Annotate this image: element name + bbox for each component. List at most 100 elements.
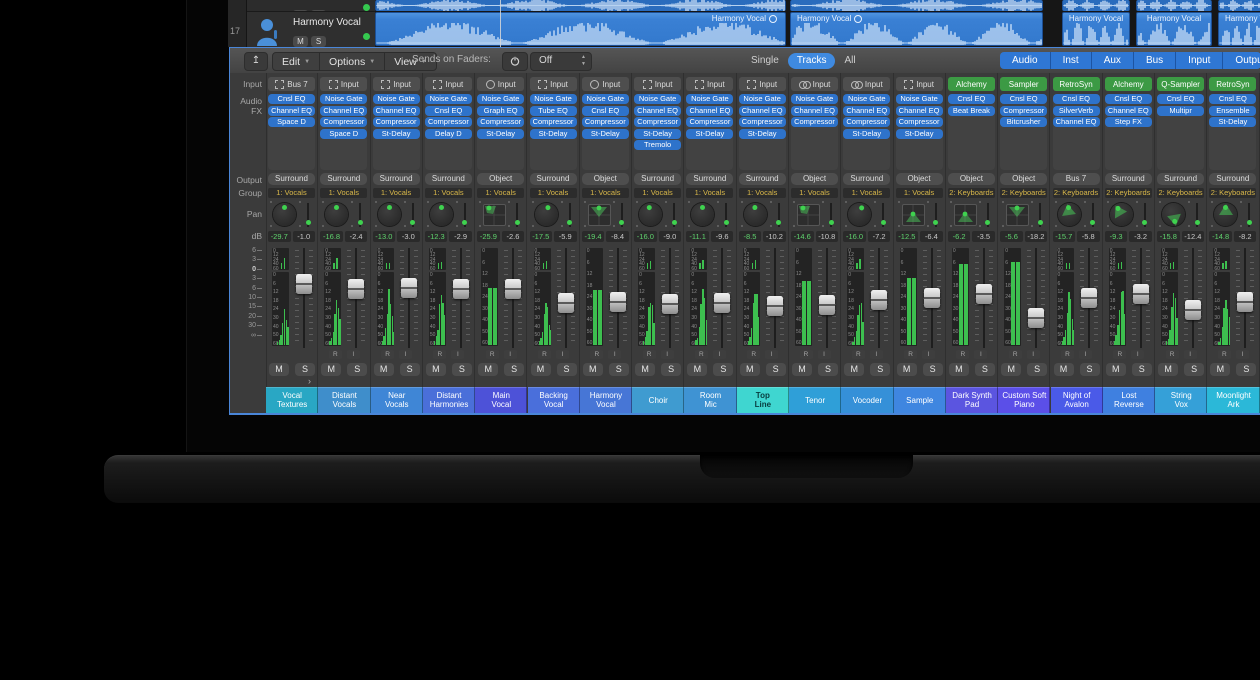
plugin-slot-channel-eq[interactable]: Channel EQ bbox=[320, 106, 367, 116]
plugin-slot-beat-break[interactable]: Beat Break bbox=[948, 106, 995, 116]
mute-button[interactable]: M bbox=[293, 36, 308, 47]
pan-spread-slider[interactable] bbox=[1092, 203, 1094, 227]
fader-db-value[interactable]: -12.4 bbox=[1182, 231, 1205, 242]
pan-spread-slider[interactable] bbox=[359, 203, 361, 227]
filter-input-button[interactable]: Input bbox=[1176, 52, 1223, 69]
view-mode-all[interactable]: All bbox=[835, 53, 864, 69]
fader-db-value[interactable]: -3.0 bbox=[397, 231, 420, 242]
filter-inst-button[interactable]: Inst bbox=[1051, 52, 1092, 69]
mute-button[interactable]: M bbox=[531, 363, 551, 376]
channel-name-tile[interactable]: DistantHarmonies bbox=[423, 387, 475, 413]
plugin-slot-cnsl-eq[interactable]: Cnsl EQ bbox=[1053, 94, 1100, 104]
sends-mode-popup[interactable]: Off ▲▼ bbox=[530, 52, 592, 71]
fader-cap[interactable] bbox=[1081, 288, 1097, 308]
mute-button[interactable]: M bbox=[1210, 363, 1230, 376]
input-monitor-button[interactable]: I bbox=[608, 350, 621, 359]
input-slot-button[interactable]: Input bbox=[634, 77, 681, 91]
input-slot-button[interactable]: Input bbox=[373, 77, 420, 91]
record-enable-button[interactable]: R bbox=[538, 350, 551, 359]
pan-knob[interactable] bbox=[744, 203, 767, 226]
mute-button[interactable]: M bbox=[426, 363, 446, 376]
pan-spread-slider[interactable] bbox=[987, 203, 989, 227]
group-slot[interactable]: 2: Keyboards bbox=[1105, 188, 1152, 198]
pan-spread-slider[interactable] bbox=[882, 203, 884, 227]
gain-db-value[interactable]: -15.7 bbox=[1053, 231, 1076, 242]
mute-button[interactable]: M bbox=[897, 363, 917, 376]
pan-knob[interactable] bbox=[325, 203, 348, 226]
options-menu[interactable]: Options▼ bbox=[320, 53, 385, 70]
record-enable-button[interactable]: R bbox=[904, 350, 917, 359]
group-slot[interactable]: 1: Vocals bbox=[896, 188, 943, 198]
channel-name-tile[interactable]: DistantVocals bbox=[318, 387, 370, 413]
fader-db-value[interactable]: -8.4 bbox=[606, 231, 629, 242]
pan-knob[interactable] bbox=[639, 203, 662, 226]
pan-knob[interactable] bbox=[691, 203, 714, 226]
channel-name-tile[interactable]: Tenor bbox=[789, 387, 841, 413]
fader-cap[interactable] bbox=[1133, 284, 1149, 304]
plugin-slot-cnsl-eq[interactable]: Cnsl EQ bbox=[425, 106, 472, 116]
plugin-slot-cnsl-eq[interactable]: Cnsl EQ bbox=[1157, 94, 1204, 104]
audio-region[interactable]: Harmony Vocal bbox=[1218, 12, 1260, 46]
output-slot-button[interactable]: Surround bbox=[425, 173, 472, 185]
plugin-slot-st-delay[interactable]: St-Delay bbox=[477, 129, 524, 139]
plugin-slot-st-delay[interactable]: St-Delay bbox=[634, 129, 681, 139]
input-slot-button[interactable]: Input bbox=[530, 77, 577, 91]
channel-name-tile[interactable]: HarmonyVocal bbox=[580, 387, 632, 413]
plugin-slot-space-d[interactable]: Space D bbox=[320, 129, 367, 139]
pan-spread-slider[interactable] bbox=[935, 203, 937, 227]
fader-cap[interactable] bbox=[662, 294, 678, 314]
plugin-slot-noise-gate[interactable]: Noise Gate bbox=[791, 94, 838, 104]
pan-spread-slider[interactable] bbox=[778, 203, 780, 227]
audio-region-partial[interactable] bbox=[1062, 0, 1130, 11]
fader-db-value[interactable]: -18.2 bbox=[1025, 231, 1048, 242]
solo-button[interactable]: S bbox=[713, 363, 733, 376]
fader-cap[interactable] bbox=[819, 295, 835, 315]
record-enable-button[interactable]: R bbox=[590, 350, 603, 359]
record-enable-button[interactable]: R bbox=[486, 350, 499, 359]
group-slot[interactable]: 2: Keyboards bbox=[1053, 188, 1100, 198]
view-mode-tracks[interactable]: Tracks bbox=[788, 53, 836, 69]
input-slot-button[interactable]: Input bbox=[791, 77, 838, 91]
input-monitor-button[interactable]: I bbox=[974, 350, 987, 359]
solo-button[interactable]: S bbox=[923, 363, 943, 376]
group-slot[interactable]: 2: Keyboards bbox=[948, 188, 995, 198]
plugin-slot-st-delay[interactable]: St-Delay bbox=[373, 129, 420, 139]
record-enable-button[interactable]: R bbox=[381, 350, 394, 359]
solo-button[interactable]: S bbox=[557, 363, 577, 376]
solo-button[interactable]: S bbox=[1236, 363, 1256, 376]
group-slot[interactable]: 1: Vocals bbox=[477, 188, 524, 198]
plugin-slot-delay-d[interactable]: Delay D bbox=[425, 129, 472, 139]
solo-button[interactable]: S bbox=[347, 363, 367, 376]
input-monitor-button[interactable]: I bbox=[399, 350, 412, 359]
fader-db-value[interactable]: -2.4 bbox=[345, 231, 368, 242]
link-back-button[interactable]: ↥ bbox=[244, 52, 268, 71]
fader-db-value[interactable]: -9.6 bbox=[711, 231, 734, 242]
plugin-slot-cnsl-eq[interactable]: Cnsl EQ bbox=[1000, 94, 1047, 104]
mute-button[interactable]: M bbox=[792, 363, 812, 376]
plugin-slot-st-delay[interactable]: St-Delay bbox=[739, 129, 786, 139]
plugin-slot-compressor[interactable]: Compressor bbox=[425, 117, 472, 127]
pan-knob[interactable] bbox=[1214, 203, 1237, 226]
fader-db-value[interactable]: -6.4 bbox=[920, 231, 943, 242]
plugin-slot-st-delay[interactable]: St-Delay bbox=[686, 129, 733, 139]
gain-db-value[interactable]: -16.8 bbox=[320, 231, 343, 242]
pan-knob[interactable] bbox=[1058, 203, 1081, 226]
mute-button[interactable]: M bbox=[374, 363, 394, 376]
group-slot[interactable]: 1: Vocals bbox=[373, 188, 420, 198]
pan-spread-slider[interactable] bbox=[621, 203, 623, 227]
record-enable-button[interactable]: R bbox=[1009, 350, 1022, 359]
input-monitor-button[interactable]: I bbox=[661, 350, 674, 359]
plugin-slot-silververb[interactable]: SilverVerb bbox=[1053, 106, 1100, 116]
gain-db-value[interactable]: -16.0 bbox=[634, 231, 657, 242]
gain-db-value[interactable]: -11.1 bbox=[686, 231, 709, 242]
pan-spread-slider[interactable] bbox=[830, 203, 832, 227]
plugin-slot-channel-eq[interactable]: Channel EQ bbox=[1053, 117, 1100, 127]
group-slot[interactable]: 1: Vocals bbox=[530, 188, 577, 198]
solo-button[interactable]: S bbox=[870, 363, 890, 376]
fader-db-value[interactable]: -9.0 bbox=[659, 231, 682, 242]
mute-button[interactable]: M bbox=[844, 363, 864, 376]
solo-button[interactable]: S bbox=[1184, 363, 1204, 376]
group-slot[interactable]: 2: Keyboards bbox=[1209, 188, 1256, 198]
pan-knob[interactable] bbox=[848, 203, 871, 226]
pan-spread-slider[interactable] bbox=[1248, 203, 1250, 227]
